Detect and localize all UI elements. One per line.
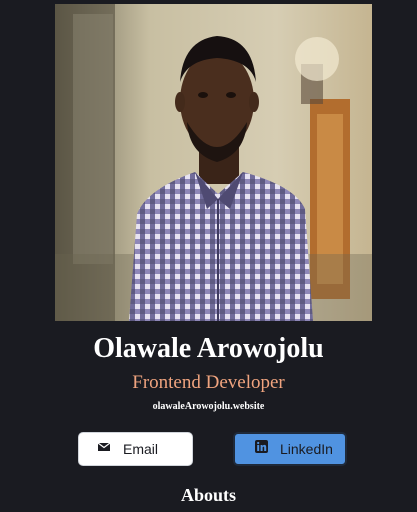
envelope-icon bbox=[97, 440, 111, 452]
profile-photo bbox=[55, 4, 372, 321]
profile-name: Olawale Arowojolu bbox=[93, 333, 324, 364]
website-link[interactable]: olawaleArowojolu.website bbox=[0, 400, 417, 414]
linkedin-icon bbox=[255, 439, 268, 453]
linkedin-button-label: LinkedIn bbox=[280, 441, 333, 457]
profile-role: Frontend Developer bbox=[132, 372, 285, 393]
email-button-label: Email bbox=[123, 441, 159, 457]
email-button[interactable]: Email bbox=[78, 432, 193, 466]
abouts-heading: Abouts bbox=[180, 485, 237, 505]
linkedin-button[interactable]: LinkedIn bbox=[233, 432, 347, 466]
